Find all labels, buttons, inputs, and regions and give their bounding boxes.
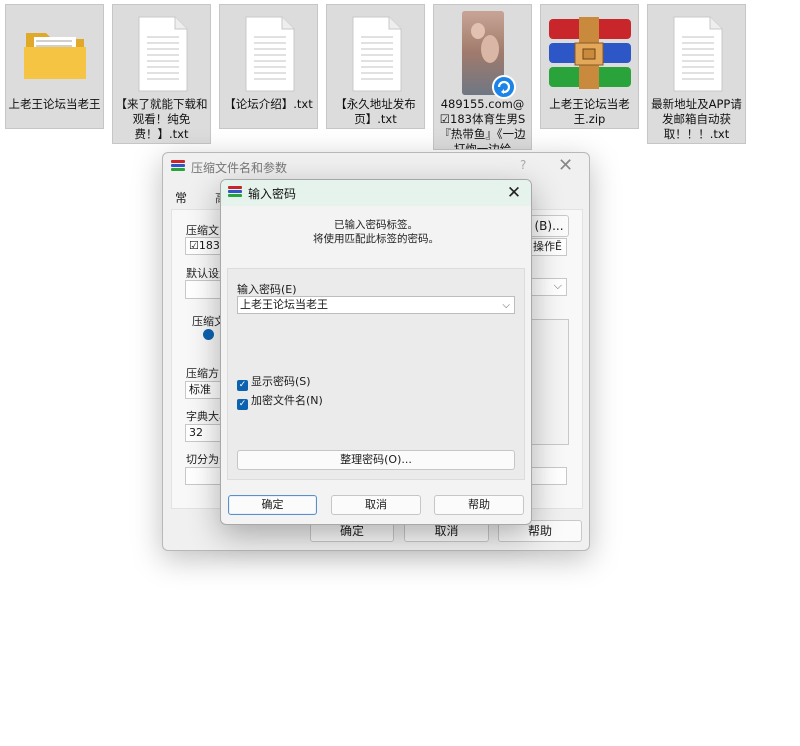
browse-button[interactable]: (B)... xyxy=(529,215,569,237)
profiles-button[interactable] xyxy=(185,280,225,299)
password-value: 上老王论坛当老王 xyxy=(240,298,328,311)
file-name: 最新地址及APP请发邮箱自动获取！！！.txt xyxy=(651,97,742,141)
compression-method-label: 压缩方 xyxy=(186,367,219,380)
help-icon[interactable]: ? xyxy=(520,158,526,172)
text-file-icon xyxy=(138,16,187,92)
help-button[interactable]: 帮助 xyxy=(434,495,524,515)
file-tile-zip[interactable]: 上老王论坛当老王.zip xyxy=(540,4,639,129)
archive-options-list xyxy=(529,319,569,445)
file-name: 【永久地址发布页】.txt xyxy=(335,97,416,126)
password-label: 输入密码(E) xyxy=(237,283,297,296)
info-line-1: 已输入密码标签。 xyxy=(334,219,418,231)
checkbox-checked-icon: ✓ xyxy=(237,399,248,410)
text-file-icon xyxy=(352,16,401,92)
file-tile-txt-2[interactable]: 【论坛介绍】.txt xyxy=(219,4,318,129)
show-password-label: 显示密码(S) xyxy=(251,375,311,388)
archive-dialog-titlebar[interactable]: 压缩文件名和参数 ? ✕ xyxy=(163,153,589,181)
file-tile-txt-4[interactable]: 最新地址及APP请发邮箱自动获取！！！.txt xyxy=(647,4,746,144)
format-radio-rar[interactable] xyxy=(203,329,214,340)
password-dialog-titlebar[interactable]: 输入密码 ✕ xyxy=(221,180,531,206)
archive-name-label: 压缩文 xyxy=(186,224,219,237)
checkbox-checked-icon: ✓ xyxy=(237,380,248,391)
cancel-button[interactable]: 取消 xyxy=(331,495,421,515)
file-tile-txt-3[interactable]: 【永久地址发布页】.txt xyxy=(326,4,425,129)
file-tile-txt-1[interactable]: 【来了就能下载和观看！纯免费！】.txt xyxy=(112,4,211,144)
file-name: 上老王论坛当老王 xyxy=(8,97,101,111)
file-name: 上老王论坛当老王.zip xyxy=(549,97,630,126)
organize-passwords-button[interactable]: 整理密码(O)... xyxy=(237,450,515,470)
info-line-2: 将使用匹配此标签的密码。 xyxy=(313,233,439,245)
winrar-icon xyxy=(228,186,242,200)
update-mode-value: 操作Ē xyxy=(533,240,562,253)
ok-button[interactable]: 确定 xyxy=(228,495,317,515)
file-name: 489155.com@☑183体育生男S『热带鱼』《一边打炮一边给 xyxy=(439,97,526,150)
file-tile-video[interactable]: 489155.com@☑183体育生男S『热带鱼』《一边打炮一边给 xyxy=(433,4,532,150)
close-icon[interactable]: ✕ xyxy=(503,182,525,204)
file-name: 【论坛介绍】.txt xyxy=(224,97,313,111)
update-mode-select[interactable]: 操作Ē xyxy=(529,238,567,256)
password-dialog-title: 输入密码 xyxy=(248,187,297,201)
close-icon[interactable]: ✕ xyxy=(558,155,573,176)
archive-options-select[interactable]: ⌵ xyxy=(529,278,567,296)
folder-icon xyxy=(23,33,86,79)
dictionary-size-select[interactable]: 32 xyxy=(185,424,225,442)
file-name: 【来了就能下载和观看！纯免费！】.txt xyxy=(115,97,208,141)
text-file-icon xyxy=(245,16,294,92)
enter-password-dialog: 输入密码 ✕ 已输入密码标签。 将使用匹配此标签的密码。 输入密码(E) 上老王… xyxy=(220,179,532,525)
winrar-icon xyxy=(171,160,185,174)
file-tile-folder[interactable]: 上老王论坛当老王 xyxy=(5,4,104,129)
archive-dialog-title: 压缩文件名和参数 xyxy=(191,161,288,175)
password-input[interactable]: 上老王论坛当老王 ⌵ xyxy=(237,296,515,314)
text-file-icon xyxy=(673,16,722,92)
chevron-down-icon: ⌵ xyxy=(553,279,562,292)
encrypt-filenames-checkbox[interactable]: ✓ 加密文件名(N) xyxy=(237,392,323,410)
archive-password-field[interactable] xyxy=(529,467,567,485)
winrar-archive-icon xyxy=(548,17,631,89)
password-info-text: 已输入密码标签。 将使用匹配此标签的密码。 xyxy=(221,218,531,246)
compression-method-select[interactable]: 标准 xyxy=(185,381,225,399)
chevron-down-icon[interactable]: ⌵ xyxy=(502,298,510,314)
video-file-icon xyxy=(461,11,516,99)
show-password-checkbox[interactable]: ✓ 显示密码(S) xyxy=(237,373,311,391)
split-volumes-select[interactable] xyxy=(185,467,225,485)
encrypt-filenames-label: 加密文件名(N) xyxy=(251,394,323,407)
archive-name-field[interactable]: ☑183 xyxy=(185,237,225,255)
